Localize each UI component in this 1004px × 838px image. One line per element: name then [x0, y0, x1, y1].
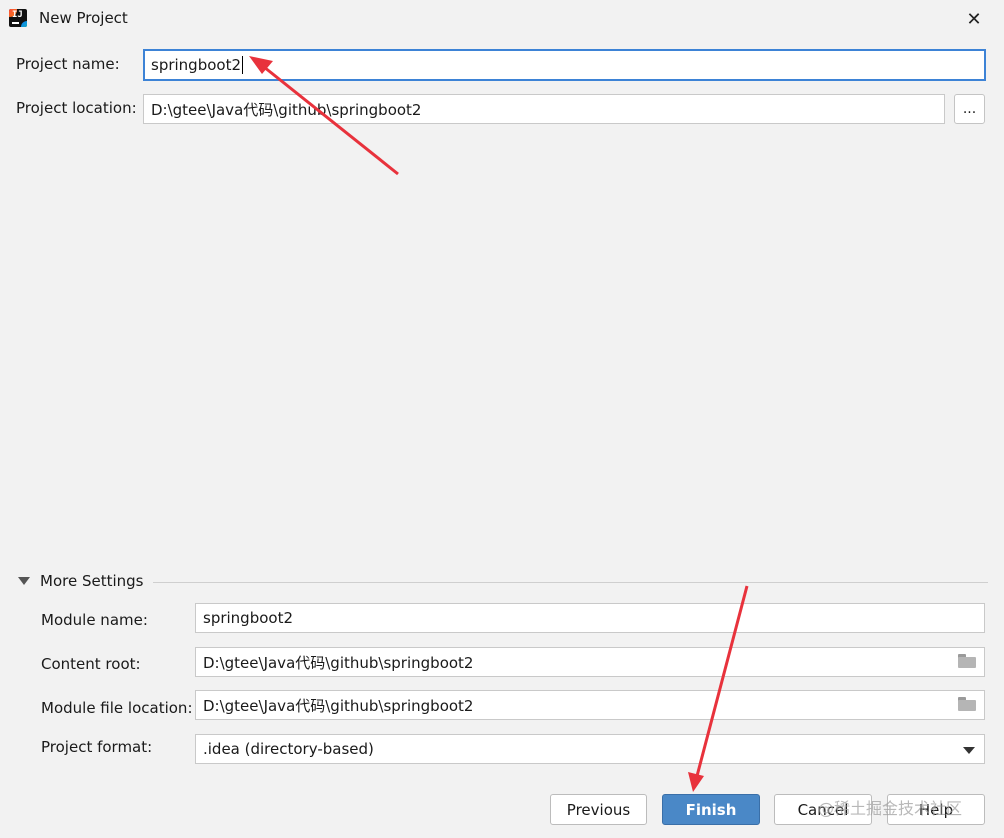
content-root-value: D:\gtee\Java代码\github\springboot2	[203, 653, 474, 672]
close-button[interactable]: ✕	[958, 4, 990, 34]
module-file-location-input[interactable]: D:\gtee\Java代码\github\springboot2	[195, 690, 985, 720]
intellij-idea-icon: IJ	[9, 9, 27, 27]
project-format-value: .idea (directory-based)	[203, 740, 374, 758]
section-divider	[153, 582, 988, 583]
project-location-label: Project location:	[16, 99, 137, 117]
project-location-input[interactable]: D:\gtee\Java代码\github\springboot2	[143, 94, 945, 124]
project-format-label: Project format:	[41, 738, 153, 756]
content-root-label: Content root:	[41, 655, 141, 673]
more-settings-toggle[interactable]: More Settings	[18, 572, 143, 590]
project-name-label: Project name:	[16, 55, 120, 73]
text-caret	[242, 56, 243, 74]
content-root-input[interactable]: D:\gtee\Java代码\github\springboot2	[195, 647, 985, 677]
previous-button[interactable]: Previous	[550, 794, 647, 825]
module-name-label: Module name:	[41, 611, 148, 629]
window-title: New Project	[39, 9, 128, 27]
more-settings-label: More Settings	[40, 572, 144, 590]
project-name-input[interactable]: springboot2	[143, 49, 986, 81]
triangle-down-icon	[18, 577, 30, 585]
module-file-location-label: Module file location:	[41, 699, 193, 717]
module-file-location-value: D:\gtee\Java代码\github\springboot2	[203, 696, 474, 715]
folder-icon[interactable]	[958, 654, 976, 668]
project-location-value: D:\gtee\Java代码\github\springboot2	[151, 100, 422, 119]
project-format-select[interactable]: .idea (directory-based)	[195, 734, 985, 764]
title-bar: IJ New Project ✕	[0, 0, 1004, 38]
chevron-down-icon	[963, 747, 975, 754]
folder-icon[interactable]	[958, 697, 976, 711]
watermark: @稀土掘金技术社区	[818, 799, 963, 818]
module-name-value: springboot2	[203, 609, 293, 627]
project-name-value: springboot2	[151, 56, 241, 74]
finish-button[interactable]: Finish	[662, 794, 760, 825]
module-name-input[interactable]: springboot2	[195, 603, 985, 633]
browse-location-button[interactable]: ...	[954, 94, 985, 124]
